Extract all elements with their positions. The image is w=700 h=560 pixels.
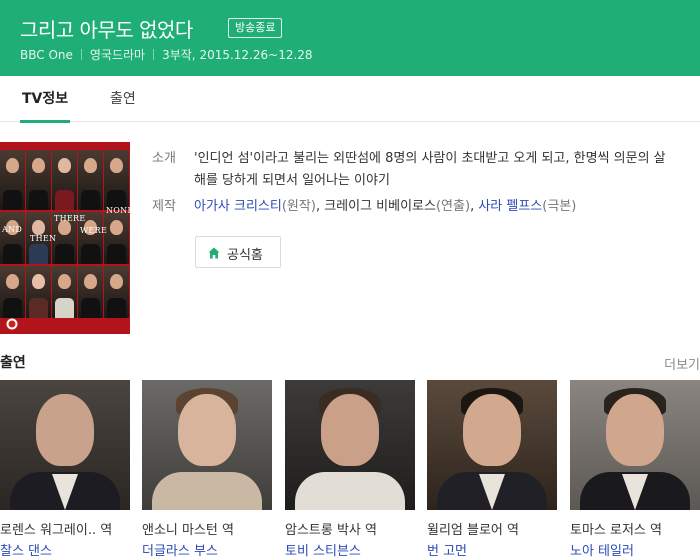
status-badge: 방송종료 [228, 18, 283, 38]
credit-name-link[interactable]: 크레이그 비베이로스 [324, 199, 436, 214]
tab-cast[interactable]: 출연 [110, 76, 136, 122]
program-header: 그리고 아무도 없었다 방송종료 BBC One 영국드라마 3부작, 2015.1… [0, 0, 700, 76]
channel-link[interactable]: BBC One [20, 48, 73, 62]
tab-bar: TV정보 출연 [0, 76, 700, 123]
cast-role: 앤소니 마스턴 역 [142, 523, 234, 538]
cast-role: 토마스 로저스 역 [570, 523, 662, 538]
cast-photo[interactable] [0, 380, 130, 510]
genre-label: 영국드라마 [89, 48, 146, 62]
cast-role: 윌리엄 블로어 역 [427, 523, 519, 538]
cast-card[interactable]: 토마스 로저스 역 노아 테일러 [570, 380, 700, 560]
divider [80, 49, 82, 60]
poster-word: NONE [106, 206, 130, 215]
poster-word: AND [2, 225, 23, 234]
cast-photo[interactable] [142, 380, 272, 510]
official-home-label: 공식홈 [227, 248, 263, 263]
divider [153, 49, 155, 60]
cast-photo[interactable] [285, 380, 415, 510]
credit-role: (원작) [281, 199, 316, 214]
cast-actor-link[interactable]: 번 고먼 [427, 540, 467, 559]
cast-actor-link[interactable]: 노아 테일러 [570, 540, 634, 559]
official-home-button[interactable]: 공식홈 [195, 236, 281, 268]
cast-card[interactable]: 암스트롱 박사 역 토비 스티븐스 [285, 380, 415, 560]
intro-text: '인디언 섬'이라고 불리는 외딴섬에 8명의 사람이 초대받고 오게 되고, … [194, 151, 666, 188]
program-meta: BBC One 영국드라마 3부작, 2015.12.26~12.28 [20, 46, 313, 63]
more-link[interactable]: 더보기 [664, 354, 700, 373]
cast-actor-link[interactable]: 토비 스티븐스 [285, 540, 361, 559]
credit-role: (연출) [435, 199, 471, 214]
tab-tv-info[interactable]: TV정보 [19, 76, 71, 123]
poster-word: THEN [30, 234, 57, 243]
cast-role: 로렌스 워그레이.. 역 [0, 523, 113, 538]
program-title[interactable]: 그리고 아무도 없었다 [20, 14, 193, 43]
cast-section-title: 출연 [0, 355, 26, 371]
poster-image[interactable]: AND THEN THERE WERE NONE [0, 142, 130, 334]
cast-role: 암스트롱 박사 역 [285, 523, 377, 538]
cast-card[interactable]: 윌리엄 블로어 역 번 고먼 [427, 380, 557, 560]
cast-actor-link[interactable]: 찰스 댄스 [0, 540, 52, 559]
cast-photo[interactable] [570, 380, 700, 510]
house-icon [208, 247, 220, 259]
cast-photo[interactable] [427, 380, 557, 510]
rating-badge-icon [6, 318, 18, 330]
intro-label: 소개 [152, 151, 176, 166]
poster-word: THERE [54, 214, 86, 223]
cast-actor-link[interactable]: 더글라스 부스 [142, 540, 218, 559]
cast-card[interactable]: 앤소니 마스턴 역 더글라스 부스 [142, 380, 272, 560]
credits-list: 아가사 크리스티(원작), 크레이그 비베이로스(연출), 사라 펠프스(극본) [194, 199, 577, 214]
credits-label: 제작 [152, 199, 176, 214]
cast-card[interactable]: 로렌스 워그레이.. 역 찰스 댄스 [0, 380, 130, 560]
credit-name-link[interactable]: 아가사 크리스티 [194, 199, 282, 214]
episodes-dates: 3부작, 2015.12.26~12.28 [162, 48, 313, 62]
credit-role: (극본) [542, 199, 577, 214]
credit-name-link[interactable]: 사라 펠프스 [478, 199, 542, 214]
poster-word: WERE [80, 226, 108, 235]
